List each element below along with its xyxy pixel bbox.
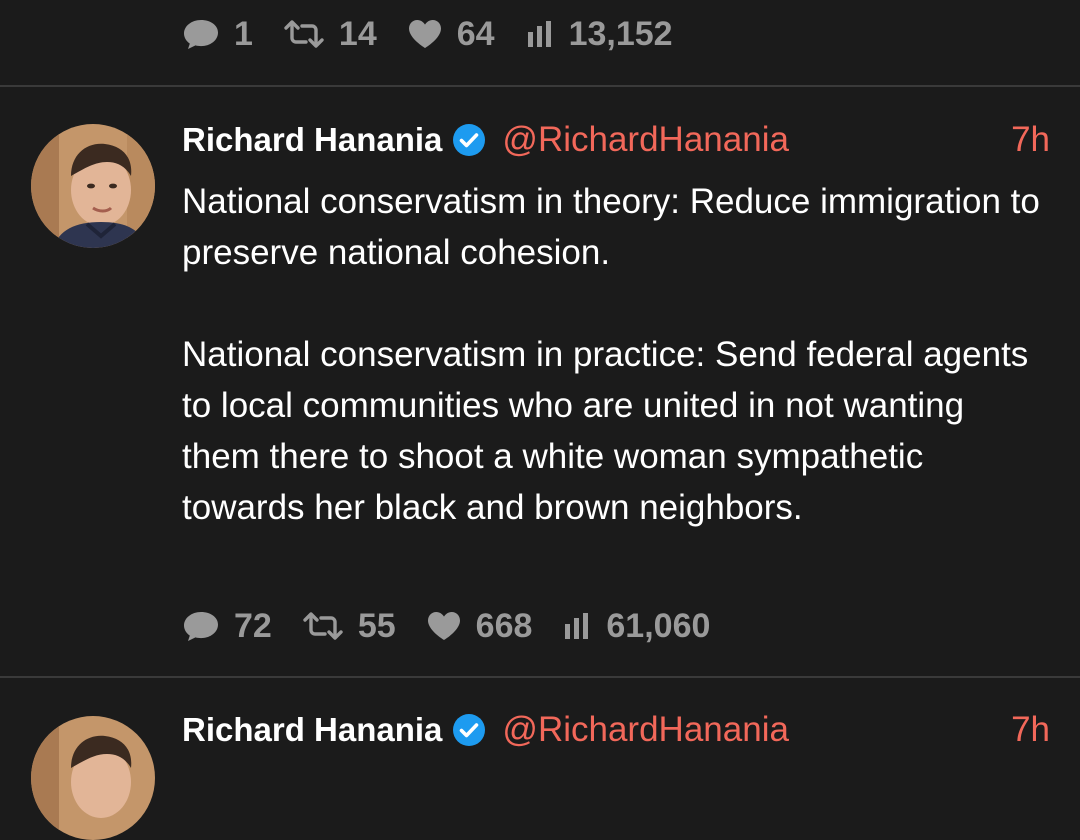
author-name[interactable]: Richard Hanania [182, 121, 442, 159]
retweet-icon [302, 611, 344, 641]
author-name[interactable]: Richard Hanania [182, 711, 442, 749]
retweet-icon [283, 19, 325, 49]
reply-count: 72 [234, 606, 272, 645]
tweet-body: National conservatism in theory: Reduce … [182, 176, 1042, 533]
verified-badge-icon [452, 123, 486, 157]
author-handle[interactable]: @RichardHanania [502, 120, 789, 160]
heart-icon [407, 18, 443, 50]
reply-icon [182, 17, 220, 51]
like-button[interactable]: 64 [407, 15, 495, 54]
tweet-paragraph: National conservatism in practice: Send … [182, 335, 1029, 527]
tweet-stats: 72 55 668 61,060 [182, 604, 740, 648]
retweet-button[interactable]: 55 [302, 607, 396, 646]
tweet-divider [0, 85, 1080, 87]
reply-icon [182, 609, 220, 643]
like-button[interactable]: 668 [426, 606, 533, 646]
avatar[interactable] [31, 716, 155, 840]
retweet-count: 55 [357, 606, 396, 645]
tweet-timestamp[interactable]: 7h [1011, 120, 1050, 160]
verified-badge-icon [452, 713, 486, 747]
views-icon [562, 611, 592, 641]
next-tweet-header: Richard Hanania @RichardHanania 7h [182, 708, 1050, 752]
prev-tweet-stats: 1 14 64 13,152 [182, 12, 703, 56]
tweet-paragraph: National conservatism in theory: Reduce … [182, 182, 1040, 272]
author-handle[interactable]: @RichardHanania [502, 710, 789, 750]
retweet-count: 14 [338, 14, 377, 53]
reply-button[interactable]: 1 [182, 15, 253, 54]
heart-icon [426, 610, 462, 642]
views-icon [525, 19, 555, 49]
tweet-timestamp[interactable]: 7h [1011, 710, 1050, 750]
like-count: 64 [456, 14, 495, 53]
like-count: 668 [475, 606, 533, 645]
reply-count: 1 [234, 14, 253, 53]
avatar[interactable] [31, 124, 155, 248]
retweet-button[interactable]: 14 [283, 15, 377, 54]
reply-button[interactable]: 72 [182, 607, 272, 646]
tweet-header: Richard Hanania @RichardHanania 7h [182, 118, 1050, 162]
views-count: 61,060 [606, 606, 711, 645]
tweet-divider [0, 676, 1080, 678]
views-button[interactable]: 13,152 [525, 15, 673, 54]
views-count: 13,152 [568, 14, 673, 53]
views-button[interactable]: 61,060 [562, 607, 710, 646]
